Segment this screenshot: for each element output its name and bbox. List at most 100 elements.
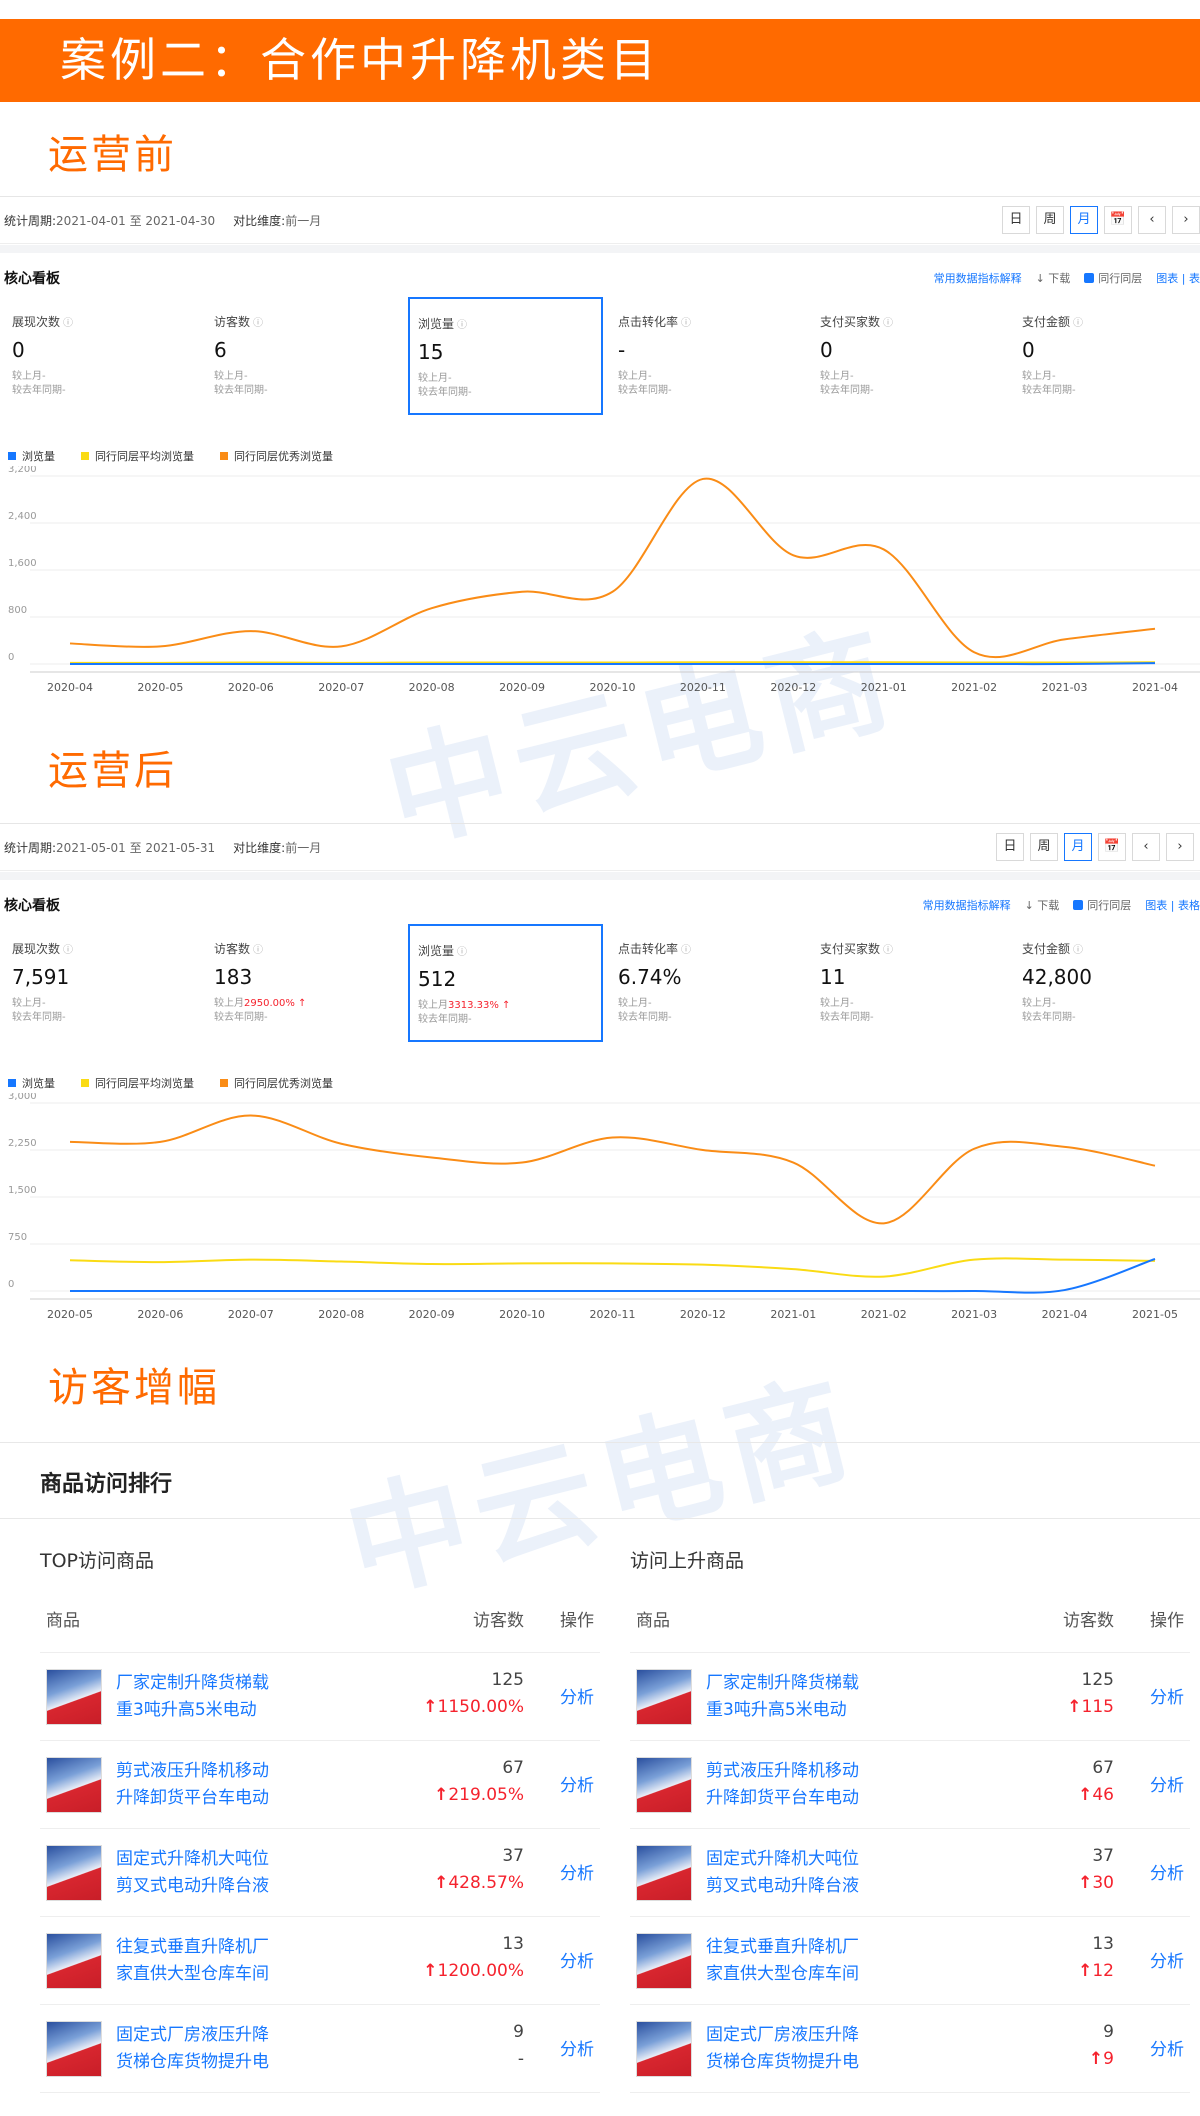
- product-name-link[interactable]: 固定式厂房液压升降 货梯仓库货物提升电: [706, 2022, 876, 2076]
- product-thumbnail[interactable]: [46, 2021, 102, 2077]
- legend-item[interactable]: 浏览量: [8, 448, 55, 464]
- calendar-icon[interactable]: 📅: [1098, 833, 1126, 861]
- product-name-link[interactable]: 固定式升降机大吨位 剪叉式电动升降台液: [116, 1846, 286, 1900]
- product-thumbnail[interactable]: [636, 1933, 692, 1989]
- metric-explain-link[interactable]: 常用数据指标解释: [934, 270, 1022, 286]
- product-thumbnail[interactable]: [46, 1933, 102, 1989]
- prev-icon[interactable]: ‹: [1132, 833, 1160, 861]
- legend-item[interactable]: 同行同层平均浏览量: [81, 1075, 194, 1091]
- legend-item[interactable]: 同行同层优秀浏览量: [220, 448, 333, 464]
- table-row[interactable]: 往复式垂直升降机厂 家直供大型仓库车间 13 ↑12 分析: [630, 1917, 1190, 2005]
- table-row[interactable]: 剪式液压升降机移动 升降卸货平台车电动 67 ↑219.05% 分析: [40, 1741, 600, 1829]
- period-day-button[interactable]: 日: [1002, 206, 1030, 234]
- visitor-count: 13: [1092, 1934, 1114, 1954]
- table-row[interactable]: 厂家定制升降货梯载 重3吨升高5米电动 125 ↑1150.00% 分析: [40, 1653, 600, 1741]
- peer-checkbox[interactable]: 同行同层: [1084, 270, 1142, 286]
- product-name-link[interactable]: 固定式厂房液压升降 货梯仓库货物提升电: [116, 2022, 286, 2076]
- metric-label-text: 访客数: [214, 315, 251, 329]
- analyze-link[interactable]: 分析: [1150, 1683, 1184, 1708]
- product-thumbnail[interactable]: [636, 2021, 692, 2077]
- product-name-link[interactable]: 剪式液压升降机移动 升降卸货平台车电动: [706, 1758, 876, 1812]
- analyze-link[interactable]: 分析: [560, 1859, 594, 1884]
- divider: [0, 1442, 1200, 1443]
- metric-card[interactable]: 点击转化率 ⓘ - 较上月- 较去年同期-: [610, 297, 805, 415]
- metric-card[interactable]: 访客数 ⓘ 6 较上月- 较去年同期-: [206, 297, 401, 415]
- metric-card[interactable]: 支付金额 ⓘ 42,800 较上月- 较去年同期-: [1014, 924, 1200, 1042]
- help-icon[interactable]: ⓘ: [681, 945, 691, 956]
- download-link[interactable]: ↓ 下载: [1036, 270, 1071, 286]
- help-icon[interactable]: ⓘ: [63, 318, 73, 329]
- analyze-link[interactable]: 分析: [560, 1947, 594, 1972]
- analyze-link[interactable]: 分析: [1150, 1947, 1184, 1972]
- next-icon[interactable]: ›: [1166, 833, 1194, 861]
- help-icon[interactable]: ⓘ: [457, 947, 467, 958]
- table-row[interactable]: 剪式液压升降机移动 升降卸货平台车电动 67 ↑46 分析: [630, 1741, 1190, 1829]
- period-week-button[interactable]: 周: [1030, 833, 1058, 861]
- download-link[interactable]: ↓ 下载: [1025, 897, 1060, 913]
- product-name-link[interactable]: 往复式垂直升降机厂 家直供大型仓库车间: [706, 1934, 876, 1988]
- table-row[interactable]: 固定式厂房液压升降 货梯仓库货物提升电 9 - 分析: [40, 2005, 600, 2093]
- analyze-link[interactable]: 分析: [1150, 1859, 1184, 1884]
- metric-card[interactable]: 支付买家数 ⓘ 0 较上月- 较去年同期-: [812, 297, 1007, 415]
- product-thumbnail[interactable]: [636, 1669, 692, 1725]
- help-icon[interactable]: ⓘ: [883, 945, 893, 956]
- metric-card[interactable]: 展现次数 ⓘ 0 较上月- 较去年同期-: [4, 297, 199, 415]
- legend-item[interactable]: 同行同层优秀浏览量: [220, 1075, 333, 1091]
- product-name-link[interactable]: 剪式液压升降机移动 升降卸货平台车电动: [116, 1758, 286, 1812]
- metric-card[interactable]: 浏览量 ⓘ 15 较上月- 较去年同期-: [408, 297, 603, 415]
- help-icon[interactable]: ⓘ: [253, 318, 263, 329]
- table-row[interactable]: 固定式升降机大吨位 剪叉式电动升降台液 37 ↑428.57% 分析: [40, 1829, 600, 1917]
- metric-card[interactable]: 支付金额 ⓘ 0 较上月- 较去年同期-: [1014, 297, 1200, 415]
- period-week-button[interactable]: 周: [1036, 206, 1064, 234]
- help-icon[interactable]: ⓘ: [63, 945, 73, 956]
- period-month-button[interactable]: 月: [1070, 206, 1098, 234]
- metric-card[interactable]: 点击转化率 ⓘ 6.74% 较上月- 较去年同期-: [610, 924, 805, 1042]
- metric-card[interactable]: 访客数 ⓘ 183 较上月2950.00% ↑ 较去年同期-: [206, 924, 401, 1042]
- legend-item[interactable]: 同行同层平均浏览量: [81, 448, 194, 464]
- metric-card[interactable]: 支付买家数 ⓘ 11 较上月- 较去年同期-: [812, 924, 1007, 1042]
- peer-checkbox[interactable]: 同行同层: [1073, 897, 1131, 913]
- product-name-link[interactable]: 往复式垂直升降机厂 家直供大型仓库车间: [116, 1934, 286, 1988]
- calendar-icon[interactable]: 📅: [1104, 206, 1132, 234]
- analyze-link[interactable]: 分析: [560, 1771, 594, 1796]
- product-name-link[interactable]: 厂家定制升降货梯载 重3吨升高5米电动: [706, 1670, 876, 1724]
- peer-label: 同行同层: [1087, 899, 1132, 912]
- help-icon[interactable]: ⓘ: [1073, 945, 1083, 956]
- visitor-change: ↑115: [1067, 1697, 1114, 1717]
- next-icon[interactable]: ›: [1172, 206, 1200, 234]
- metric-card[interactable]: 浏览量 ⓘ 512 较上月3313.33% ↑ 较去年同期-: [408, 924, 603, 1042]
- analyze-link[interactable]: 分析: [1150, 1771, 1184, 1796]
- visitor-change: -: [518, 2049, 524, 2069]
- legend-item[interactable]: 浏览量: [8, 1075, 55, 1091]
- product-name-link[interactable]: 厂家定制升降货梯载 重3吨升高5米电动: [116, 1670, 286, 1724]
- analyze-link[interactable]: 分析: [1150, 2035, 1184, 2060]
- help-icon[interactable]: ⓘ: [681, 318, 691, 329]
- product-thumbnail[interactable]: [46, 1669, 102, 1725]
- product-thumbnail[interactable]: [46, 1757, 102, 1813]
- table-row[interactable]: 厂家定制升降货梯载 重3吨升高5米电动 125 ↑115 分析: [630, 1653, 1190, 1741]
- product-thumbnail[interactable]: [636, 1757, 692, 1813]
- prev-icon[interactable]: ‹: [1138, 206, 1166, 234]
- product-name-link[interactable]: 固定式升降机大吨位 剪叉式电动升降台液: [706, 1846, 876, 1900]
- x-tick-label: 2020-08: [318, 1308, 364, 1321]
- help-icon[interactable]: ⓘ: [457, 320, 467, 331]
- table-row[interactable]: 固定式升降机大吨位 剪叉式电动升降台液 37 ↑30 分析: [630, 1829, 1190, 1917]
- help-icon[interactable]: ⓘ: [253, 945, 263, 956]
- analyze-link[interactable]: 分析: [560, 1683, 594, 1708]
- metric-card[interactable]: 展现次数 ⓘ 7,591 较上月- 较去年同期-: [4, 924, 199, 1042]
- analyze-link[interactable]: 分析: [560, 2035, 594, 2060]
- product-name-line1: 剪式液压升降机移动: [116, 1761, 269, 1781]
- legend-label: 浏览量: [22, 1077, 55, 1090]
- product-thumbnail[interactable]: [636, 1845, 692, 1901]
- help-icon[interactable]: ⓘ: [1073, 318, 1083, 329]
- table-row[interactable]: 往复式垂直升降机厂 家直供大型仓库车间 13 ↑1200.00% 分析: [40, 1917, 600, 2005]
- metric-compare: 较上月- 较去年同期-: [820, 997, 999, 1025]
- table-row[interactable]: 固定式厂房液压升降 货梯仓库货物提升电 9 ↑9 分析: [630, 2005, 1190, 2093]
- view-toggle[interactable]: 图表 | 表: [1156, 270, 1200, 286]
- period-day-button[interactable]: 日: [996, 833, 1024, 861]
- view-toggle[interactable]: 图表 | 表格: [1145, 897, 1200, 913]
- help-icon[interactable]: ⓘ: [883, 318, 893, 329]
- period-month-button[interactable]: 月: [1064, 833, 1092, 861]
- product-thumbnail[interactable]: [46, 1845, 102, 1901]
- metric-explain-link[interactable]: 常用数据指标解释: [923, 897, 1011, 913]
